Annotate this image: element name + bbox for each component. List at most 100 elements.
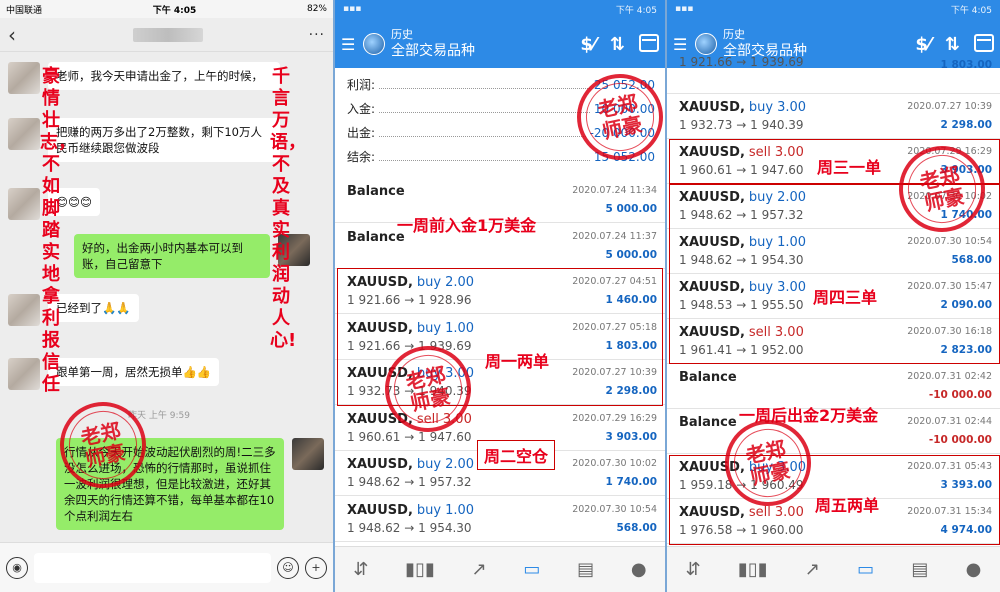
deal-volume: 1.00 xyxy=(777,235,807,250)
back-arrow-icon[interactable]: ‹ xyxy=(8,23,28,47)
my-avatar[interactable] xyxy=(292,438,324,470)
deal-date: 2020.07.27 10:39 xyxy=(572,367,657,378)
mt4-status-bar: ▪▪▪ 下午 4:05 xyxy=(667,0,1000,18)
deal-type: buy xyxy=(416,502,442,518)
note-withdraw: 一周后出金2万美金 xyxy=(739,406,879,425)
clock-label: 下午 4:05 xyxy=(152,5,197,16)
deal-symbol: XAUUSD, sell 3.00 xyxy=(679,505,804,520)
quotes-tab-icon[interactable]: ⇵ xyxy=(353,559,368,580)
mt4-titles: 历史 全部交易品种 xyxy=(391,28,580,60)
news-tab-icon[interactable]: ▤ xyxy=(911,559,928,580)
deal-symbol: XAUUSD, buy 2.00 xyxy=(347,275,474,290)
summary-label: 结余: xyxy=(347,150,376,164)
trade-tab-icon[interactable]: ↗ xyxy=(805,559,820,580)
chat-navbar: ‹ ··· xyxy=(0,18,333,52)
deal-symbol: XAUUSD, buy 3.00 xyxy=(679,100,806,115)
deal-volume: 2.00 xyxy=(445,457,475,472)
left-slogan: 豪情壮志，不如脚踏实地拿利报信任 xyxy=(40,66,76,395)
deal-row[interactable]: 1 921.66 → 1 939.69 1 803.00 xyxy=(667,49,1000,94)
emoji-icon[interactable]: ☺ xyxy=(277,556,299,579)
currency-filter-icon[interactable]: $⁄ xyxy=(580,34,596,55)
chat-tab-icon[interactable]: ● xyxy=(966,559,982,580)
deal-type: buy xyxy=(748,100,774,115)
chart-tab-icon[interactable]: ▮▯▮ xyxy=(405,559,435,580)
deal-date: 2020.07.31 15:34 xyxy=(907,506,992,517)
status-time: 下午 4:05 xyxy=(615,5,657,16)
note-tuesday: 周二空仓 xyxy=(477,440,556,470)
deal-date: 2020.07.27 05:18 xyxy=(572,321,657,333)
deal-date: 2020.07.24 11:37 xyxy=(572,230,657,242)
deal-symbol-text: XAUUSD, xyxy=(347,366,413,381)
deal-date: 2020.07.24 11:34 xyxy=(572,185,657,196)
deal-symbol-text: XAUUSD, xyxy=(679,145,745,160)
deal-row[interactable]: XAUUSD, buy 3.00 1 932.73 → 1 940.39 2020.07… xyxy=(667,94,1000,139)
calendar-icon[interactable] xyxy=(639,33,659,52)
contact-avatar[interactable] xyxy=(8,358,40,390)
deal-symbol: XAUUSD, buy 2.00 xyxy=(347,457,474,472)
deal-volume: 3.00 xyxy=(777,280,807,295)
deal-prices: 1 948.62 → 1 954.30 xyxy=(347,520,472,535)
news-tab-icon[interactable]: ▤ xyxy=(577,559,594,580)
right-slogan: 千言万语，不及真实利润动人心! xyxy=(270,66,306,351)
deal-prices: 1 976.58 → 1 960.00 xyxy=(679,523,804,537)
history-tab-icon[interactable]: ▭ xyxy=(857,559,874,580)
note-friday: 周五两单 xyxy=(815,496,880,515)
summary-label: 入金: xyxy=(347,102,376,116)
deal-date: 2020.07.31 02:44 xyxy=(907,416,992,427)
message-input[interactable] xyxy=(34,552,271,583)
message-bubble: 好的，出金两小时内基本可以到账，自己留意下 xyxy=(74,234,270,278)
deal-row[interactable]: XAUUSD, buy 2.00 1 948.62 → 1 957.32 2020.07… xyxy=(667,184,1000,229)
deal-profit: 2 823.00 xyxy=(940,344,992,356)
chat-title xyxy=(28,27,309,42)
contact-avatar[interactable] xyxy=(8,188,40,220)
quotes-tab-icon[interactable]: ⇵ xyxy=(686,559,701,580)
contact-avatar[interactable] xyxy=(8,118,40,150)
deal-volume: 3.00 xyxy=(445,366,475,381)
summary-label: 利润: xyxy=(347,78,376,92)
deal-row[interactable]: XAUUSD, sell 3.00 1 961.41 → 1 952.00 2020.0… xyxy=(667,319,1000,364)
deal-profit: 3 903.00 xyxy=(605,430,657,443)
deal-type: buy xyxy=(748,235,774,250)
menu-icon[interactable]: ☰ xyxy=(341,35,357,54)
symbol-filter-title[interactable]: 全部交易品种 xyxy=(391,42,580,60)
chart-tab-icon[interactable]: ▮▯▮ xyxy=(738,559,768,580)
deal-date: 2020.07.30 10:02 xyxy=(572,458,657,469)
history-title: 历史 xyxy=(723,28,745,41)
deal-symbol-text: Balance xyxy=(679,370,737,385)
deal-date: 2020.07.27 04:51 xyxy=(572,276,657,287)
deal-date: 2020.07.27 10:39 xyxy=(907,101,992,112)
deal-profit: 1 740.00 xyxy=(605,476,657,488)
deal-symbol-text: XAUUSD, xyxy=(347,502,413,518)
deal-type: buy xyxy=(748,280,774,295)
more-options-icon[interactable]: ··· xyxy=(309,27,325,43)
contact-avatar[interactable] xyxy=(8,294,40,326)
history-tab-icon[interactable]: ▭ xyxy=(523,559,540,580)
deal-prices: 1 921.66 → 1 939.69 xyxy=(347,338,472,353)
plus-icon[interactable]: + xyxy=(305,556,327,579)
deal-symbol-text: XAUUSD, xyxy=(347,411,413,427)
deal-volume: 3.00 xyxy=(774,505,804,520)
deal-date: 2020.07.30 10:54 xyxy=(907,236,992,247)
deal-volume: 3.00 xyxy=(777,460,807,475)
status-time: 下午 4:05 xyxy=(950,5,992,16)
deal-type: sell xyxy=(416,411,439,427)
sort-icon[interactable]: ⇅ xyxy=(610,34,625,55)
deal-profit: 3 903.00 xyxy=(940,164,992,176)
deal-prices: 1 961.41 → 1 952.00 xyxy=(679,343,804,357)
deal-symbol-text: Balance xyxy=(679,415,737,430)
voice-icon[interactable]: ◉ xyxy=(6,556,28,579)
deal-symbol-text: XAUUSD, xyxy=(347,457,413,472)
summary-leader xyxy=(379,136,586,137)
deal-type: buy xyxy=(748,190,774,205)
deal-profit: 1 803.00 xyxy=(940,59,992,71)
deal-row[interactable]: XAUUSD, buy 2.00 1 921.66 → 1 928.96 2020.07… xyxy=(335,269,665,314)
deal-symbol: Balance xyxy=(347,184,405,199)
chat-tab-icon[interactable]: ● xyxy=(631,559,647,580)
contact-avatar[interactable] xyxy=(8,62,40,94)
deal-symbol-text: XAUUSD, xyxy=(679,280,745,295)
trade-tab-icon[interactable]: ↗ xyxy=(472,559,487,580)
deal-row[interactable]: XAUUSD, buy 1.00 1 948.62 → 1 954.30 2020.07… xyxy=(667,229,1000,274)
deal-date: 2020.07.31 02:42 xyxy=(907,371,992,382)
phone-status-bar: 中国联通 下午 4:05 82% xyxy=(0,0,333,18)
deal-row[interactable]: XAUUSD, buy 1.00 1 948.62 → 1 954.30 2020.07… xyxy=(335,497,665,542)
